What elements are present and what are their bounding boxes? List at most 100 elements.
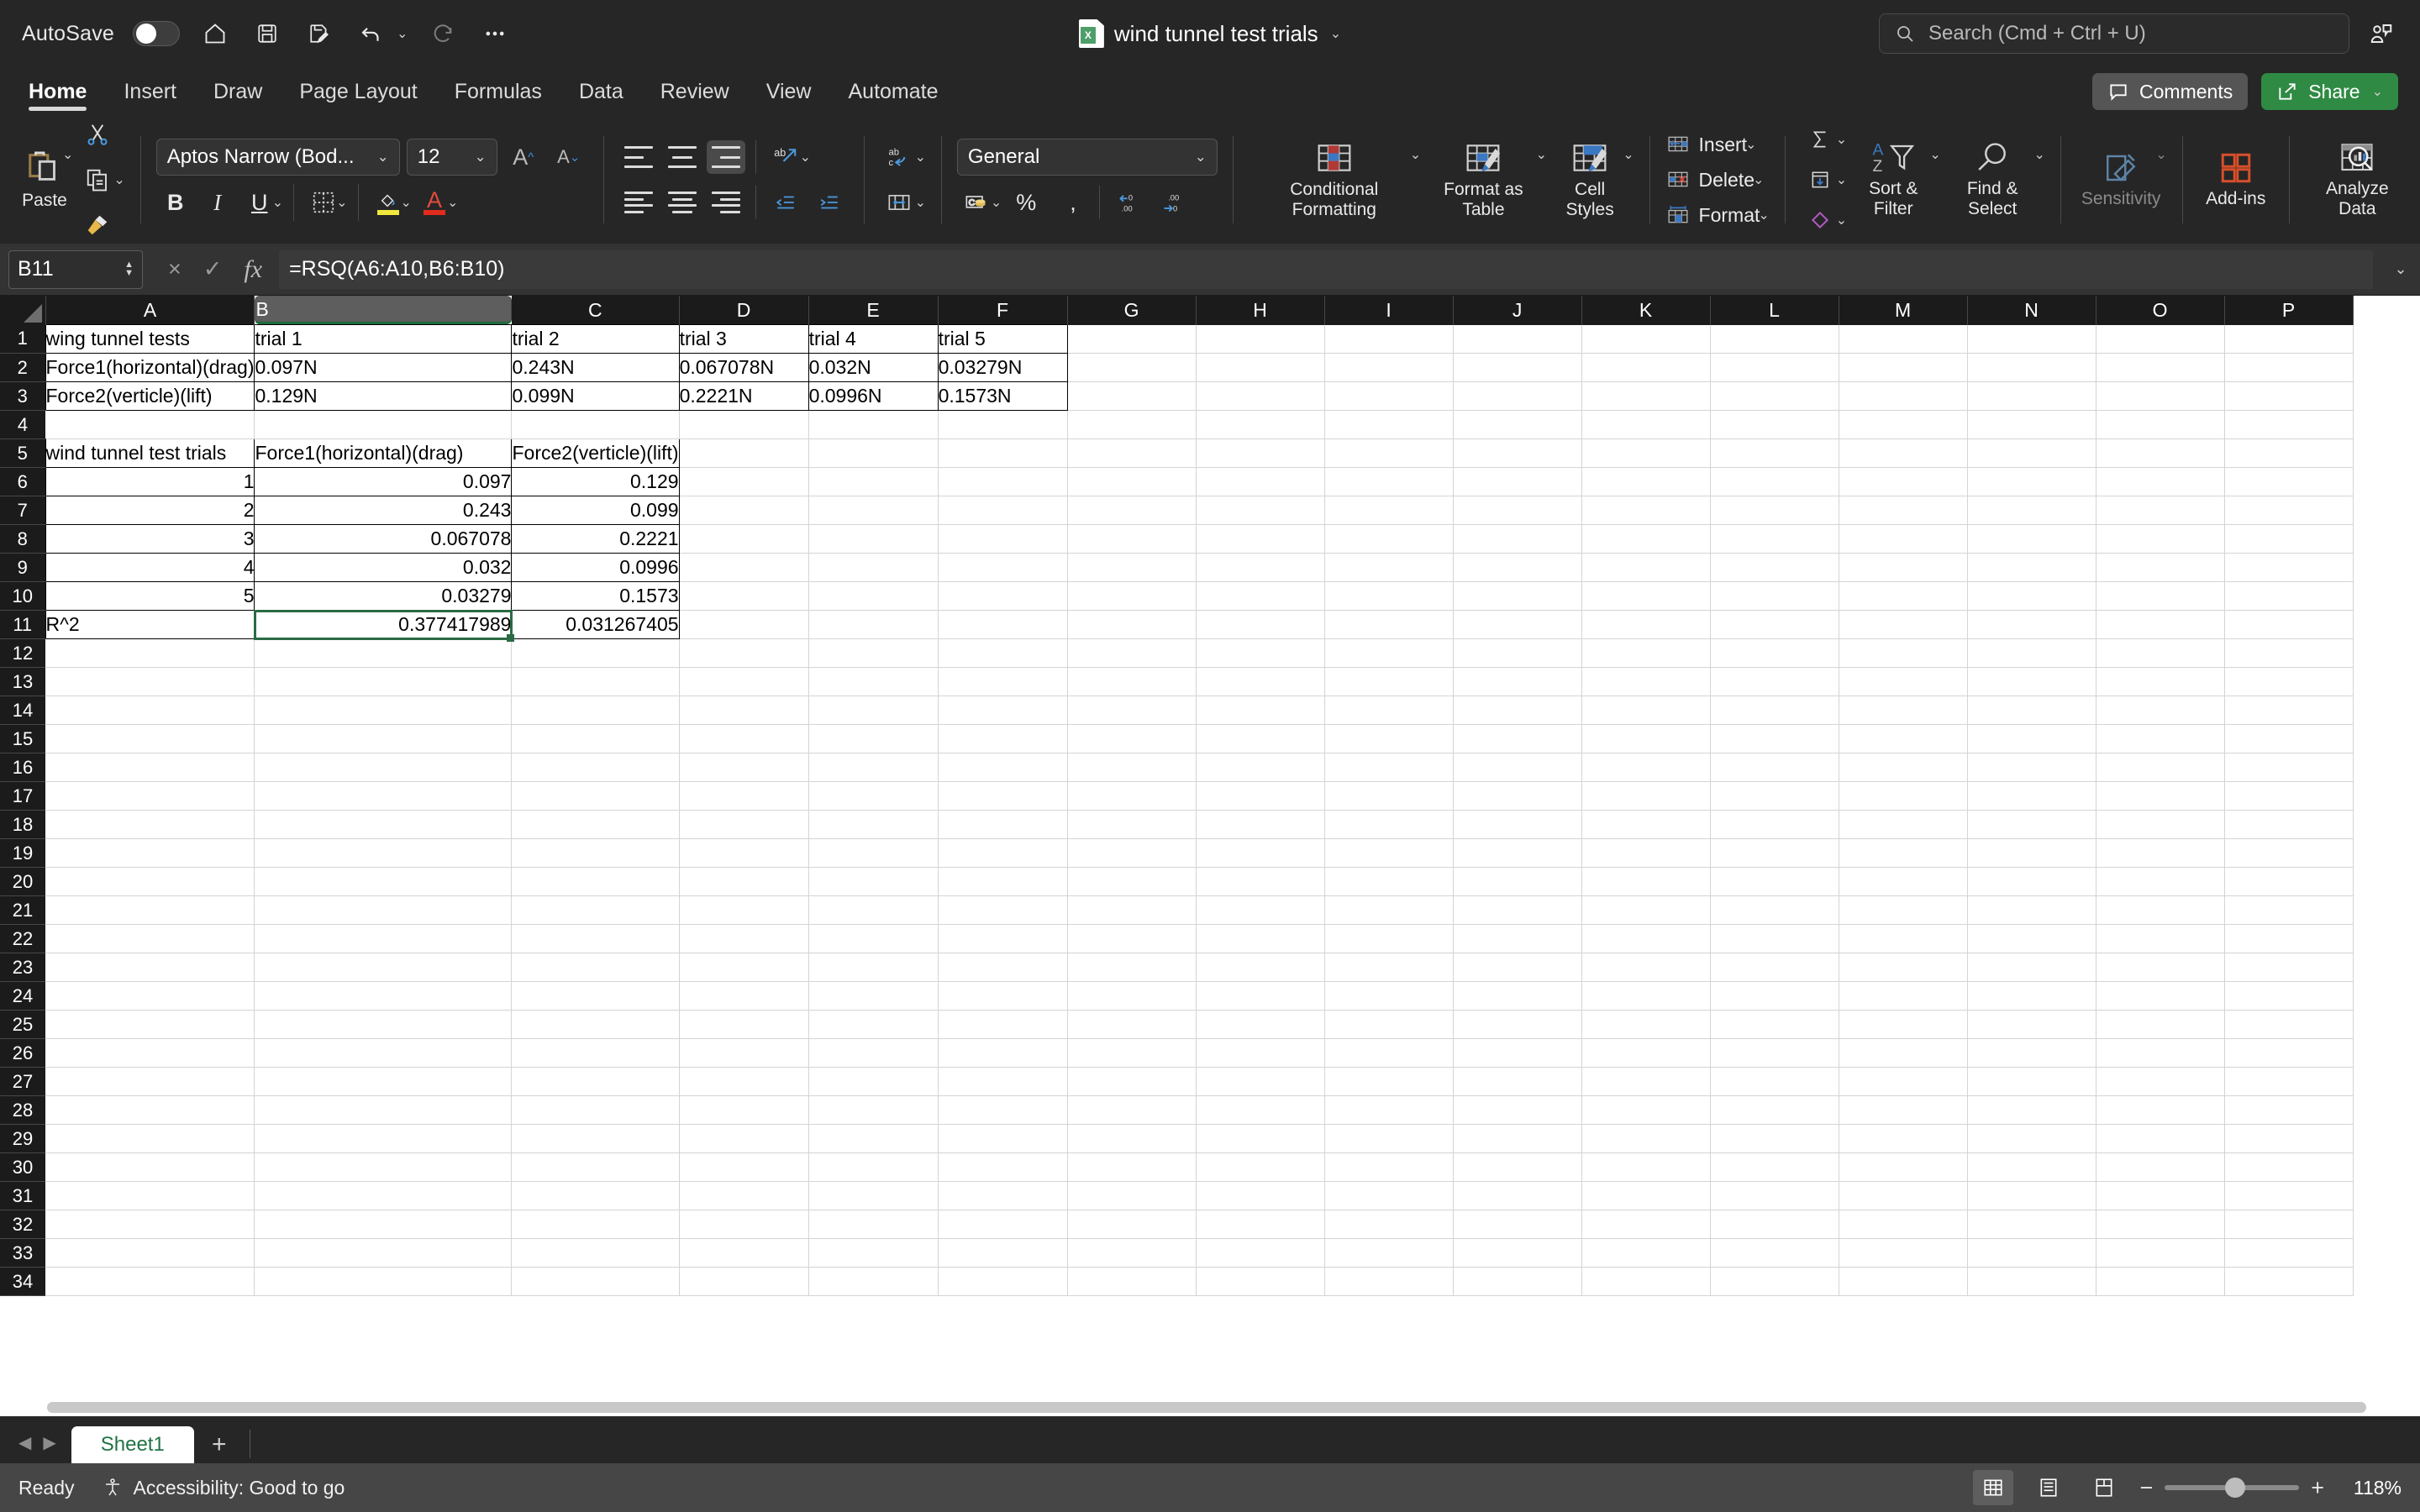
cell-J20[interactable] (1453, 867, 1582, 896)
decrease-indent-icon[interactable] (766, 184, 805, 221)
cell-A33[interactable] (45, 1238, 255, 1268)
cell-I26[interactable] (1324, 1038, 1454, 1068)
cell-G31[interactable] (1067, 1181, 1197, 1210)
cell-B10[interactable]: 0.03279 (254, 581, 513, 611)
cell-K32[interactable] (1581, 1210, 1711, 1239)
cell-P17[interactable] (2224, 781, 2354, 811)
cell-G28[interactable] (1067, 1095, 1197, 1125)
cell-J21[interactable] (1453, 895, 1582, 925)
sensitivity-button[interactable]: Sensitivity (2076, 150, 2166, 209)
clear-icon[interactable] (1801, 202, 1839, 239)
cell-J28[interactable] (1453, 1095, 1582, 1125)
cell-D13[interactable] (679, 667, 809, 696)
formula-input[interactable]: =RSQ(A6:A10,B6:B10) (279, 249, 2373, 289)
row-header-30[interactable]: 30 (0, 1152, 45, 1182)
cell-M5[interactable] (1839, 438, 1968, 468)
add-sheet-button[interactable]: + (194, 1426, 245, 1463)
row-header-23[interactable]: 23 (0, 953, 45, 982)
align-center-button[interactable] (663, 186, 702, 219)
copy-chevron-down-icon[interactable]: ⌄ (113, 171, 124, 188)
cell-N9[interactable] (1967, 553, 2096, 582)
cell-B4[interactable] (254, 410, 513, 439)
cell-A8[interactable]: 3 (45, 524, 255, 554)
name-box-spinner[interactable]: ▲ ▼ (124, 260, 134, 278)
cell-J34[interactable] (1453, 1267, 1582, 1296)
cell-C8[interactable]: 0.2221 (511, 524, 680, 554)
cell-H15[interactable] (1196, 724, 1325, 753)
search-input[interactable] (1928, 22, 2333, 45)
find-select-chevron-down-icon[interactable]: ⌄ (2034, 146, 2045, 163)
cell-L15[interactable] (1710, 724, 1839, 753)
cell-E16[interactable] (808, 753, 939, 782)
cell-K18[interactable] (1581, 810, 1711, 839)
cell-A6[interactable]: 1 (45, 467, 255, 496)
cell-K13[interactable] (1581, 667, 1711, 696)
cell-I25[interactable] (1324, 1010, 1454, 1039)
cell-M27[interactable] (1839, 1067, 1968, 1096)
cell-D4[interactable] (679, 410, 809, 439)
cell-E7[interactable] (808, 496, 939, 525)
cell-O7[interactable] (2096, 496, 2225, 525)
cell-O31[interactable] (2096, 1181, 2225, 1210)
cell-O23[interactable] (2096, 953, 2225, 982)
cell-F17[interactable] (938, 781, 1068, 811)
format-cells-button[interactable]: Format ⌄ (1665, 198, 1770, 232)
cell-H22[interactable] (1196, 924, 1325, 953)
percent-style-button[interactable]: % (1007, 184, 1045, 221)
cell-L8[interactable] (1710, 524, 1839, 554)
cell-J23[interactable] (1453, 953, 1582, 982)
format-painter-icon[interactable] (78, 207, 117, 244)
cell-A20[interactable] (45, 867, 255, 896)
accounting-chevron-down-icon[interactable]: ⌄ (991, 194, 1002, 211)
cell-F13[interactable] (938, 667, 1068, 696)
column-header-N[interactable]: N (1967, 296, 2096, 325)
cell-M32[interactable] (1839, 1210, 1968, 1239)
cell-B31[interactable] (254, 1181, 513, 1210)
row-header-28[interactable]: 28 (0, 1095, 45, 1125)
cell-D10[interactable] (679, 581, 809, 611)
tab-draw[interactable]: Draw (195, 67, 281, 116)
cell-P13[interactable] (2224, 667, 2354, 696)
cell-E1[interactable]: trial 4 (808, 324, 939, 354)
cell-N3[interactable] (1967, 381, 2096, 411)
cell-N1[interactable] (1967, 324, 2096, 354)
cell-E22[interactable] (808, 924, 939, 953)
cell-D12[interactable] (679, 638, 809, 668)
align-right-button[interactable] (707, 186, 745, 219)
cell-M28[interactable] (1839, 1095, 1968, 1125)
cell-F9[interactable] (938, 553, 1068, 582)
cell-G20[interactable] (1067, 867, 1197, 896)
cell-G15[interactable] (1067, 724, 1197, 753)
cell-A15[interactable] (45, 724, 255, 753)
cell-O4[interactable] (2096, 410, 2225, 439)
cell-J12[interactable] (1453, 638, 1582, 668)
cell-N7[interactable] (1967, 496, 2096, 525)
cell-I27[interactable] (1324, 1067, 1454, 1096)
cell-F10[interactable] (938, 581, 1068, 611)
cell-P28[interactable] (2224, 1095, 2354, 1125)
cell-M29[interactable] (1839, 1124, 1968, 1153)
cell-G13[interactable] (1067, 667, 1197, 696)
cell-J31[interactable] (1453, 1181, 1582, 1210)
cell-I20[interactable] (1324, 867, 1454, 896)
cell-D27[interactable] (679, 1067, 809, 1096)
cell-B13[interactable] (254, 667, 513, 696)
cell-M21[interactable] (1839, 895, 1968, 925)
cell-O3[interactable] (2096, 381, 2225, 411)
cell-D3[interactable]: 0.2221N (678, 381, 809, 411)
cell-M10[interactable] (1839, 581, 1968, 611)
cell-L19[interactable] (1710, 838, 1839, 868)
cell-P25[interactable] (2224, 1010, 2354, 1039)
cell-A19[interactable] (45, 838, 255, 868)
row-header-20[interactable]: 20 (0, 867, 45, 896)
cell-O5[interactable] (2096, 438, 2225, 468)
cell-K14[interactable] (1581, 696, 1711, 725)
cell-E8[interactable] (808, 524, 939, 554)
cell-G7[interactable] (1067, 496, 1197, 525)
cell-H25[interactable] (1196, 1010, 1325, 1039)
cell-C17[interactable] (511, 781, 680, 811)
more-options-icon[interactable] (478, 17, 512, 50)
zoom-out-button[interactable]: − (2139, 1475, 2153, 1501)
cell-F18[interactable] (938, 810, 1068, 839)
cell-C4[interactable] (511, 410, 680, 439)
